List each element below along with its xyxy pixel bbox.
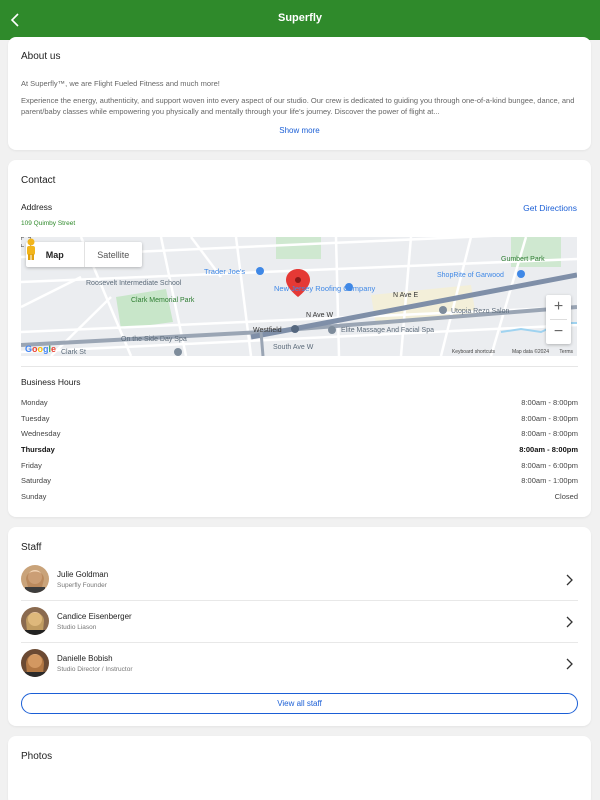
map-type-toggle: Map Satellite xyxy=(26,242,142,267)
staff-role: Studio Director / Instructor xyxy=(57,666,133,673)
show-more-link[interactable]: Show more xyxy=(8,126,591,135)
avatar xyxy=(21,649,49,677)
staff-heading: Staff xyxy=(21,542,42,553)
google-logo[interactable]: Google xyxy=(25,344,56,354)
address-label: Address xyxy=(21,202,53,212)
hours-day: Thursday xyxy=(21,445,55,455)
staff-name: Candice Eisenberger xyxy=(57,612,132,621)
business-hours-label: Business Hours xyxy=(21,377,81,387)
chevron-right-icon xyxy=(566,616,573,628)
keyboard-shortcuts-link[interactable]: Keyboard shortcuts xyxy=(452,349,495,355)
zoom-in-button[interactable]: + xyxy=(546,295,571,319)
hours-day: Monday xyxy=(21,398,48,407)
about-card: About us At Superfly™, we are Flight Fue… xyxy=(8,37,591,150)
terms-link[interactable]: Terms xyxy=(559,349,573,355)
map-label-nj-roofing: New Jersey Roofing Company xyxy=(274,284,376,293)
hours-day: Saturday xyxy=(21,476,52,486)
about-heading: About us xyxy=(21,51,61,62)
map-label-trader-joes: Trader Joe's xyxy=(204,267,245,276)
map-label-westfield: Westfield xyxy=(253,327,282,334)
map-label-n-ave-e: N Ave E xyxy=(393,292,418,299)
avatar xyxy=(21,607,49,635)
map-view[interactable]: Trader Joe's Roosevelt Intermediate Scho… xyxy=(21,237,577,356)
hours-day: Tuesday xyxy=(21,413,50,423)
photos-heading: Photos xyxy=(21,751,53,762)
app-header: Superfly xyxy=(0,0,600,40)
hours-time: 8:00am - 8:00pm xyxy=(519,445,578,455)
avatar xyxy=(21,565,49,593)
photos-card: Photos xyxy=(8,736,591,800)
hours-row: Sunday Closed xyxy=(21,492,578,508)
map-label-elite: Elite Massage And Facial Spa xyxy=(341,327,434,334)
map-label-south-ave-w: South Ave W xyxy=(273,344,314,351)
staff-row[interactable]: Danielle Bobish Studio Director / Instru… xyxy=(21,643,578,685)
divider xyxy=(21,366,578,367)
business-hours-list: Monday 8:00am - 8:00pm Tuesday 8:00am - 8:… xyxy=(21,398,578,508)
map-data-attribution: Map data ©2024 xyxy=(511,349,549,355)
hours-time: 8:00am - 6:00pm xyxy=(521,460,578,470)
map-zoom-controls: + − xyxy=(546,295,571,344)
map-label-shoprite: ShopRite of Garwood xyxy=(437,272,504,279)
map-label-roosevelt: Roosevelt Intermediate School xyxy=(86,280,182,287)
hours-row: Friday 8:00am - 6:00pm xyxy=(21,461,578,477)
staff-role: Superfly Founder xyxy=(57,582,107,589)
staff-card: Staff Julie Goldman Superfly Founder Can… xyxy=(8,527,591,726)
hours-time: 8:00am - 8:00pm xyxy=(521,413,578,423)
map-label-utopia: Utopia Rezo Salon xyxy=(451,308,509,315)
hours-time: Closed xyxy=(554,492,578,502)
staff-name: Julie Goldman xyxy=(57,570,109,579)
contact-card: Contact Address 109 Quimby Street Get Di… xyxy=(8,160,591,517)
address-street: 109 Quimby Street xyxy=(21,220,76,227)
hours-row: Tuesday 8:00am - 8:00pm xyxy=(21,414,578,430)
about-description: Experience the energy, authenticity, and… xyxy=(21,96,575,116)
staff-name: Danielle Bobish xyxy=(57,654,113,663)
staff-role: Studio Liason xyxy=(57,624,97,631)
get-directions-link[interactable]: Get Directions xyxy=(523,203,577,213)
staff-row[interactable]: Julie Goldman Superfly Founder xyxy=(21,559,578,601)
hours-time: 8:00am - 8:00pm xyxy=(521,429,578,439)
map-label-gumbert: Gumbert Park xyxy=(501,256,545,263)
map-label-clark-park: Clark Memorial Park xyxy=(131,297,195,304)
hours-row: Saturday 8:00am - 1:00pm xyxy=(21,476,578,492)
hours-day: Sunday xyxy=(21,492,47,502)
chevron-right-icon xyxy=(566,574,573,586)
contact-heading: Contact xyxy=(21,175,56,186)
hours-day: Wednesday xyxy=(21,429,61,439)
map-label-side-day: On the Side Day Spa xyxy=(121,336,187,343)
hours-row-today: Thursday 8:00am - 8:00pm xyxy=(21,445,578,461)
chevron-right-icon xyxy=(566,658,573,670)
map-label-clark-st: Clark St xyxy=(61,349,86,356)
hours-day: Friday xyxy=(21,460,42,470)
zoom-out-button[interactable]: − xyxy=(546,320,571,344)
hours-time: 8:00am - 8:00pm xyxy=(521,398,578,407)
hours-time: 8:00am - 1:00pm xyxy=(521,476,578,486)
map-label-n-ave-w: N Ave W xyxy=(306,312,333,319)
street-view-pegman-icon[interactable] xyxy=(21,237,41,261)
page-title: Superfly xyxy=(277,12,322,24)
staff-row[interactable]: Candice Eisenberger Studio Liason xyxy=(21,601,578,643)
about-intro: At Superfly™, we are Flight Fueled Fitne… xyxy=(21,79,220,88)
satellite-tab[interactable]: Satellite xyxy=(83,242,143,267)
hours-row: Wednesday 8:00am - 8:00pm xyxy=(21,429,578,445)
hours-row: Monday 8:00am - 8:00pm xyxy=(21,398,578,414)
view-all-staff-button[interactable]: View all staff xyxy=(21,693,578,714)
